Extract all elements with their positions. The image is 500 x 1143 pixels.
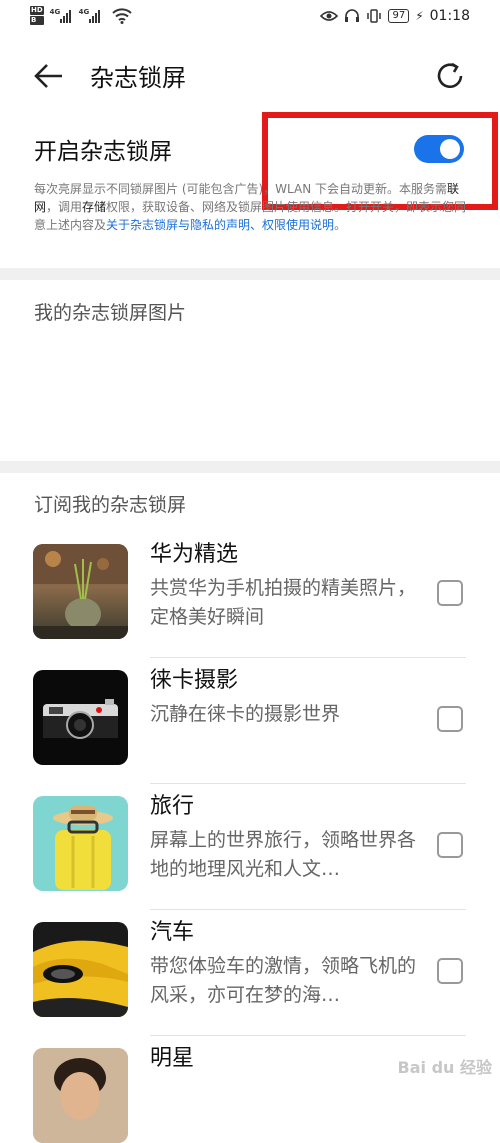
section-divider bbox=[0, 461, 500, 473]
status-bar: HD B 4G 4G 97 ⚡ 01:18 bbox=[0, 0, 500, 36]
headphones-icon bbox=[345, 9, 360, 22]
plant-jar-image-icon bbox=[33, 544, 128, 639]
item-title: 华为精选 bbox=[150, 542, 239, 567]
desc-storage: 存储 bbox=[82, 200, 107, 214]
list-item-leica[interactable]: 徕卡摄影 沉静在徕卡的摄影世界 bbox=[0, 658, 500, 784]
status-right: 97 ⚡ 01:18 bbox=[320, 8, 470, 24]
portrait-image-icon bbox=[33, 1048, 128, 1143]
list-item-car[interactable]: 汽车 带您体验车的激情，领略飞机的风采，亦可在梦的海… bbox=[0, 910, 500, 1036]
back-arrow-icon[interactable] bbox=[30, 56, 70, 96]
item-title: 明星 bbox=[150, 1046, 195, 1071]
camera-image-icon bbox=[43, 699, 118, 739]
charging-icon: ⚡ bbox=[415, 9, 424, 23]
subscribe-checkbox[interactable] bbox=[437, 958, 463, 984]
list-item-travel[interactable]: 旅行 屏幕上的世界旅行，领略世界各地的地理风光和人文… bbox=[0, 784, 500, 910]
celebrity-thumbnail bbox=[33, 1048, 128, 1143]
eye-icon bbox=[320, 11, 339, 21]
car-image-icon bbox=[33, 940, 128, 1017]
section-divider bbox=[0, 268, 500, 280]
header: 杂志锁屏 bbox=[0, 46, 500, 106]
description-text: 每次亮屏显示不同锁屏图片 (可能包含广告)，WLAN 下会自动更新。本服务需联网… bbox=[34, 180, 470, 234]
item-title: 汽车 bbox=[150, 920, 195, 945]
wifi-icon bbox=[111, 8, 132, 24]
suitcase-image-icon bbox=[53, 806, 113, 890]
item-description: 屏幕上的世界旅行，领略世界各地的地理风光和人文… bbox=[150, 829, 417, 880]
item-description: 共赏华为手机拍摄的精美照片，定格美好瞬间 bbox=[150, 577, 417, 628]
vibrate-icon bbox=[367, 9, 382, 23]
toggle-label: 开启杂志锁屏 bbox=[34, 139, 172, 165]
signal-1-icon: 4G bbox=[50, 8, 71, 23]
item-description: 沉静在徕卡的摄影世界 bbox=[150, 703, 341, 725]
car-thumbnail bbox=[33, 922, 128, 1017]
network-2-label: 4G bbox=[78, 8, 90, 16]
item-title: 旅行 bbox=[150, 794, 195, 819]
network-1-label: 4G bbox=[49, 8, 61, 16]
subscribe-checkbox[interactable] bbox=[437, 706, 463, 732]
sim1-hd-badge: HD B bbox=[30, 6, 44, 26]
subscribe-checkbox[interactable] bbox=[437, 580, 463, 606]
travel-thumbnail bbox=[33, 796, 128, 891]
page-title: 杂志锁屏 bbox=[90, 64, 186, 92]
battery-indicator: 97 bbox=[388, 9, 410, 23]
desc-link-separator: 、 bbox=[250, 218, 263, 232]
desc-end: 。 bbox=[334, 218, 347, 232]
sim1-label-hd: HD bbox=[30, 6, 44, 15]
huawei-select-thumbnail bbox=[33, 544, 128, 639]
desc-text-1: 每次亮屏显示不同锁屏图片 (可能包含广告)，WLAN 下会自动更新。本服务需 bbox=[34, 182, 448, 196]
subscribe-checkbox[interactable] bbox=[437, 832, 463, 858]
my-pictures-title: 我的杂志锁屏图片 bbox=[34, 302, 187, 324]
list-item-huawei-select[interactable]: 华为精选 共赏华为手机拍摄的精美照片，定格美好瞬间 bbox=[0, 532, 500, 658]
privacy-statement-link[interactable]: 关于杂志锁屏与隐私的声明 bbox=[106, 218, 250, 232]
subscribe-title: 订阅我的杂志锁屏 bbox=[34, 494, 187, 516]
permission-info-link[interactable]: 权限使用说明 bbox=[262, 218, 334, 232]
desc-text-2: ，调用 bbox=[46, 200, 83, 214]
sim1-label-b: B bbox=[30, 16, 44, 25]
item-description: 带您体验车的激情，领略飞机的风采，亦可在梦的海… bbox=[150, 955, 417, 1006]
watermark: Bai du 经验 bbox=[397, 1058, 492, 1077]
signal-2-icon: 4G bbox=[79, 8, 100, 23]
leica-thumbnail bbox=[33, 670, 128, 765]
refresh-icon[interactable] bbox=[432, 58, 468, 94]
clock: 01:18 bbox=[429, 8, 470, 24]
status-left: HD B 4G 4G bbox=[30, 6, 132, 26]
item-title: 徕卡摄影 bbox=[150, 668, 239, 693]
